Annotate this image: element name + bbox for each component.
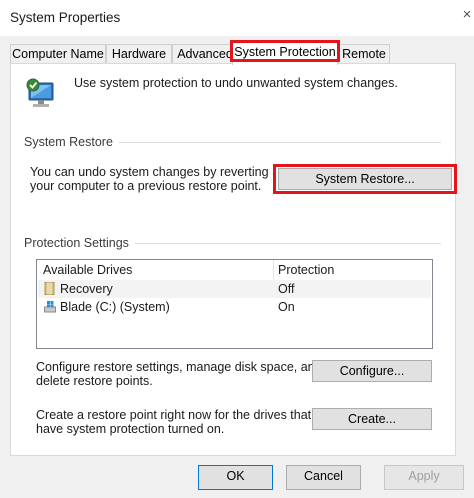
tab-panel-system-protection: Use system protection to undo unwanted s… — [10, 63, 457, 456]
create-description: Create a restore point right now for the… — [36, 408, 311, 436]
tab-advanced[interactable]: Advanced — [172, 44, 238, 64]
drive-name: Blade (C:) (System) — [60, 300, 170, 314]
configure-button-label: Configure... — [339, 364, 405, 378]
system-restore-group-label: System Restore — [24, 135, 119, 149]
apply-button-label: Apply — [408, 469, 440, 483]
create-button[interactable]: Create... — [312, 408, 432, 430]
system-protection-computer-icon — [26, 78, 54, 107]
drive-protection-status: On — [278, 300, 295, 314]
title-bar: System Properties × — [0, 0, 474, 36]
tab-hardware[interactable]: Hardware — [106, 44, 172, 64]
create-button-label: Create... — [348, 412, 396, 426]
system-properties-window: System Properties × Computer Name Hardwa… — [0, 0, 474, 498]
tab-computer-name[interactable]: Computer Name — [10, 44, 106, 64]
system-restore-description-line-1: You can undo system changes by reverting — [30, 165, 269, 179]
column-protection[interactable]: Protection — [278, 263, 334, 277]
drive-row-recovery[interactable]: Recovery Off — [38, 280, 431, 298]
intro-text: Use system protection to undo unwanted s… — [74, 76, 398, 90]
drive-list-header: Available Drives Protection — [37, 260, 432, 280]
configure-description-line-2: delete restore points. — [36, 374, 153, 388]
drive-folder-icon — [44, 282, 55, 295]
system-restore-description: You can undo system changes by reverting… — [30, 165, 269, 193]
column-separator — [273, 260, 274, 280]
system-restore-button[interactable]: System Restore... — [278, 168, 452, 190]
available-drives-list[interactable]: Available Drives Protection Recovery Off — [36, 259, 433, 349]
drive-protection-status: Off — [278, 282, 295, 296]
configure-button[interactable]: Configure... — [312, 360, 432, 382]
system-restore-description-line-2: your computer to a previous restore poin… — [30, 179, 262, 193]
system-drive-icon — [44, 301, 56, 313]
apply-button[interactable]: Apply — [384, 465, 464, 490]
create-description-line-1: Create a restore point right now for the… — [36, 408, 312, 422]
cancel-button[interactable]: Cancel — [286, 465, 361, 490]
ok-button[interactable]: OK — [198, 465, 273, 490]
tab-remote[interactable]: Remote — [338, 44, 390, 64]
cancel-button-label: Cancel — [304, 469, 343, 483]
window-title: System Properties — [10, 10, 121, 25]
drive-row-blade-c[interactable]: Blade (C:) (System) On — [38, 298, 431, 316]
column-available-drives[interactable]: Available Drives — [43, 263, 132, 277]
protection-settings-group-label: Protection Settings — [24, 236, 135, 250]
close-icon[interactable]: × — [460, 0, 474, 36]
ok-button-label: OK — [226, 469, 245, 483]
configure-description-line-1: Configure restore settings, manage disk … — [36, 360, 322, 374]
tab-system-protection[interactable]: System Protection — [230, 40, 340, 65]
create-description-line-2: have system protection turned on. — [36, 422, 225, 436]
drive-name: Recovery — [60, 282, 113, 296]
system-restore-button-label: System Restore... — [315, 172, 415, 186]
configure-description: Configure restore settings, manage disk … — [36, 360, 322, 388]
